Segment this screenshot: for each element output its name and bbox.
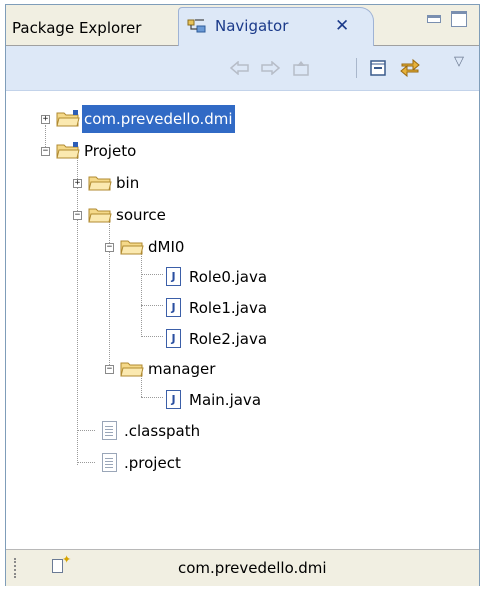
tree-row[interactable]: − Projeto [6,137,479,165]
navigator-icon [187,19,206,33]
java-file-icon: J [166,267,181,286]
tree-label-project-file: .project [124,454,181,472]
tree-row[interactable]: J Role2.java [6,325,479,353]
tree-row[interactable]: .classpath [6,417,479,445]
view-toolbar: ▽ [6,46,479,91]
project-folder-icon [56,142,80,159]
tree-row[interactable]: − source [6,201,479,229]
minimize-button[interactable] [427,15,441,23]
view-menu-chevron-icon[interactable]: ▽ [454,54,464,69]
tree-row[interactable]: J Main.java [6,386,479,414]
tree-label-role0: Role0.java [189,268,268,286]
collapse-all-icon[interactable] [366,56,390,80]
window-controls [427,11,473,31]
tab-navigator[interactable]: Navigator ✕ [178,7,374,46]
java-file-icon: J [166,298,181,317]
tree-label-manager: manager [148,360,216,378]
tree-label-classpath: .classpath [124,422,201,440]
collapse-icon[interactable]: − [105,365,114,374]
tree-row[interactable]: − manager [6,355,479,383]
tree-label-role1: Role1.java [189,299,268,317]
tree-label-source: source [116,206,166,224]
collapse-icon[interactable]: − [105,243,114,252]
status-bar: ✦ com.prevedello.dmi [6,549,479,586]
link-with-editor-icon[interactable] [398,56,422,80]
expand-icon[interactable]: + [73,179,82,188]
tree-label-project1: com.prevedello.dmi [82,105,235,133]
tree-label-project2: Projeto [84,142,137,160]
collapse-icon[interactable]: − [41,147,50,156]
text-file-icon [102,421,117,440]
status-decorator-icon: ✦ [62,553,72,566]
tree-row[interactable]: J Role1.java [6,294,479,322]
tree-label-bin: bin [116,174,140,192]
navigator-view: Package Explorer Navigator ✕ ▽ + com.pre… [5,4,480,586]
collapse-icon[interactable]: − [73,211,82,220]
drag-grip-icon[interactable] [14,558,19,578]
toolbar-separator [356,58,357,78]
tree-label-main: Main.java [189,391,262,409]
forward-arrow-icon[interactable] [258,56,282,80]
tree-row[interactable]: J Role0.java [6,263,479,291]
folder-icon [88,176,112,191]
folder-icon [120,362,144,377]
back-arrow-icon[interactable] [228,56,252,80]
expand-icon[interactable]: + [41,115,50,124]
tab-package-explorer[interactable]: Package Explorer [6,11,178,45]
tree-row[interactable]: + com.prevedello.dmi [6,105,479,133]
status-text: com.prevedello.dmi [178,559,327,577]
navigator-tree: + com.prevedello.dmi − Projeto + bin − s… [6,91,479,521]
tree-label-dmi0: dMI0 [148,238,185,256]
java-file-icon: J [166,329,181,348]
tree-label-role2: Role2.java [189,330,268,348]
tree-row[interactable]: − dMI0 [6,233,479,261]
folder-icon [88,208,112,223]
go-up-icon[interactable] [289,56,313,80]
tree-row[interactable]: .project [6,449,479,477]
folder-icon [120,240,144,255]
maximize-button[interactable] [451,11,467,27]
project-folder-icon [56,110,80,127]
tree-row[interactable]: + bin [6,169,479,197]
tab-bar: Package Explorer Navigator ✕ [6,5,479,46]
text-file-icon [102,453,117,472]
tab-navigator-label: Navigator [215,17,289,35]
close-icon[interactable]: ✕ [335,8,349,45]
java-file-icon: J [166,390,181,409]
